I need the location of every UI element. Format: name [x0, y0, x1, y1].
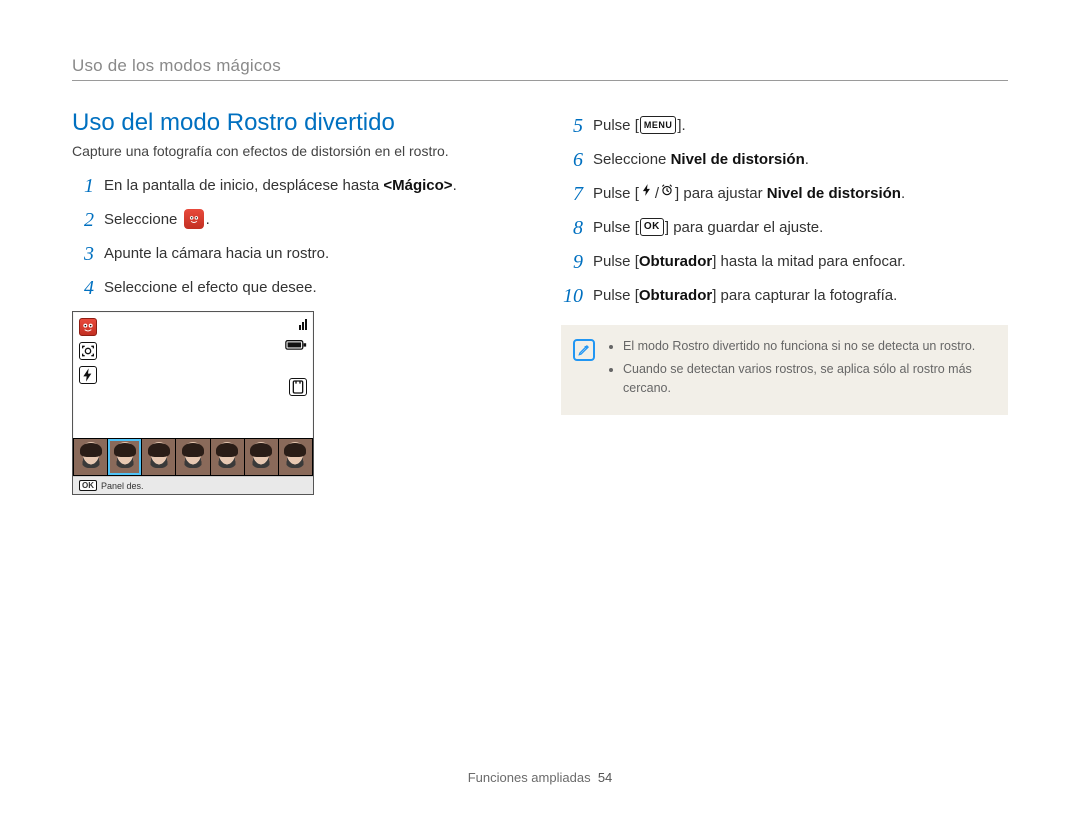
effect-thumb [211, 439, 244, 475]
ok-label-icon: OK [79, 480, 97, 491]
effect-thumb [279, 439, 312, 475]
step-text: Seleccione . [104, 209, 519, 231]
focus-mode-icon [79, 342, 97, 360]
step-item: 2 Seleccione . [72, 209, 519, 231]
timer-icon [660, 182, 674, 204]
step-item: 4 Seleccione el efecto que desee. [72, 277, 519, 299]
intro-text: Capture una fotografía con efectos de di… [72, 143, 519, 159]
camera-screenshot: OK Panel des. [72, 311, 314, 495]
step-text: Pulse [/] para ajustar Nivel de distorsi… [593, 183, 1008, 205]
effect-thumbnails [73, 438, 313, 476]
step-item: 3 Apunte la cámara hacia un rostro. [72, 243, 519, 265]
content-columns: Uso del modo Rostro divertido Capture un… [72, 109, 1008, 495]
step-number: 4 [72, 277, 94, 299]
effect-thumb [176, 439, 209, 475]
section-title: Uso del modo Rostro divertido [72, 109, 519, 137]
step-text: En la pantalla de inicio, desplácese has… [104, 175, 519, 197]
storage-icon [289, 378, 307, 396]
step-number: 7 [561, 183, 583, 205]
step-number: 6 [561, 149, 583, 171]
note-icon [573, 339, 595, 361]
signal-bars-icon [299, 318, 307, 330]
note-item: El modo Rostro divertido no funciona si … [623, 337, 994, 356]
battery-icon [285, 336, 307, 354]
camera-footer: OK Panel des. [73, 476, 313, 494]
chapter-title: Uso de los modos mágicos [72, 56, 1008, 76]
step-number: 2 [72, 209, 94, 231]
step-item: 7 Pulse [/] para ajustar Nivel de distors… [561, 183, 1008, 205]
ok-button-icon: OK [640, 218, 664, 236]
steps-left: 1 En la pantalla de inicio, desplácese ha… [72, 175, 519, 299]
note-box: El modo Rostro divertido no funciona si … [561, 325, 1008, 415]
step-number: 5 [561, 115, 583, 137]
page-footer: Funciones ampliadas 54 [0, 770, 1080, 785]
step-text: Pulse [MENU]. [593, 115, 1008, 137]
step-number: 3 [72, 243, 94, 265]
step-number: 1 [72, 175, 94, 197]
note-item: Cuando se detectan varios rostros, se ap… [623, 360, 994, 398]
footer-page-number: 54 [598, 770, 612, 785]
divider [72, 80, 1008, 81]
step-number: 8 [561, 217, 583, 239]
flash-mode-icon [79, 366, 97, 384]
step-text: Seleccione el efecto que desee. [104, 277, 519, 299]
step-text: Pulse [Obturador] hasta la mitad para en… [593, 251, 1008, 273]
footer-section-label: Funciones ampliadas [468, 770, 591, 785]
step-item: 1 En la pantalla de inicio, desplácese ha… [72, 175, 519, 197]
step-item: 10 Pulse [Obturador] para capturar la fot… [561, 285, 1008, 307]
left-column: Uso del modo Rostro divertido Capture un… [72, 109, 519, 495]
right-column: 5 Pulse [MENU]. 6 Seleccione Nivel de disto… [561, 109, 1008, 495]
funny-face-mode-icon [79, 318, 97, 336]
effect-thumb [74, 439, 107, 475]
step-item: 5 Pulse [MENU]. [561, 115, 1008, 137]
step-text: Pulse [OK] para guardar el ajuste. [593, 217, 1008, 239]
step-text: Seleccione Nivel de distorsión. [593, 149, 1008, 171]
step-number: 10 [561, 285, 583, 307]
step-number: 9 [561, 251, 583, 273]
flash-icon [640, 182, 654, 204]
step-text: Pulse [Obturador] para capturar la fotog… [593, 285, 1008, 307]
step-text: Apunte la cámara hacia un rostro. [104, 243, 519, 265]
effect-thumb [108, 439, 141, 475]
note-list: El modo Rostro divertido no funciona si … [607, 337, 994, 401]
steps-right: 5 Pulse [MENU]. 6 Seleccione Nivel de disto… [561, 115, 1008, 307]
camera-footer-label: Panel des. [101, 481, 144, 491]
effect-thumb [142, 439, 175, 475]
step-item: 9 Pulse [Obturador] hasta la mitad para e… [561, 251, 1008, 273]
effect-thumb [245, 439, 278, 475]
menu-button-icon: MENU [640, 116, 677, 134]
step-item: 8 Pulse [OK] para guardar el ajuste. [561, 217, 1008, 239]
funny-face-icon [184, 209, 204, 229]
step-item: 6 Seleccione Nivel de distorsión. [561, 149, 1008, 171]
